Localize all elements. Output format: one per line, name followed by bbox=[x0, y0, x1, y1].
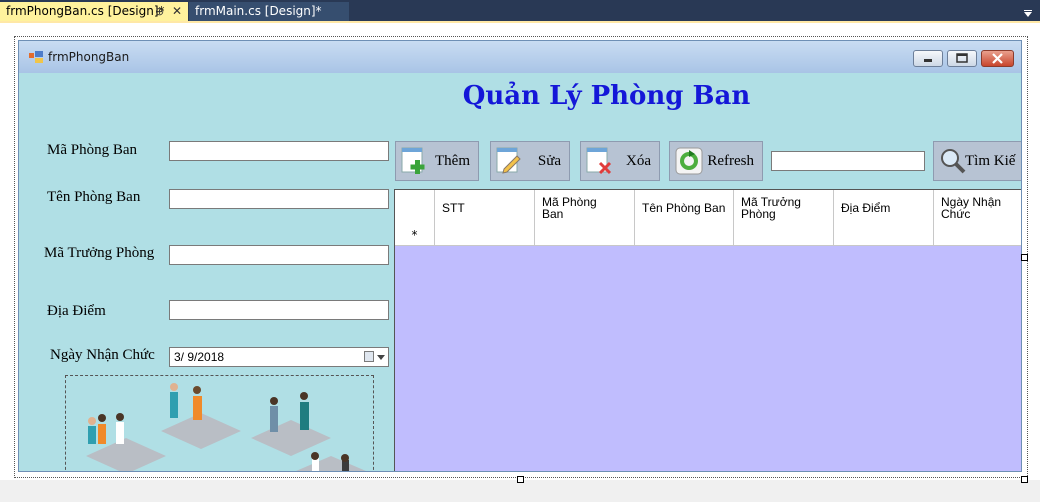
sua-label: Sửa bbox=[537, 153, 561, 169]
form-title: frmPhongBan bbox=[48, 50, 130, 64]
close-icon bbox=[992, 53, 1003, 64]
document-tab-strip: frmPhongBan.cs [Design]* ⊕ ✕ frmMain.cs … bbox=[0, 0, 1040, 23]
ngay-nhan-chuc-datepicker[interactable]: 3/ 9/2018 bbox=[169, 347, 389, 367]
phong-ban-datagrid[interactable]: STT Mã Phòng Ban Tên Phòng Ban Mã Trưởng… bbox=[394, 189, 1021, 471]
pin-icon[interactable]: ⊕ bbox=[155, 2, 164, 21]
ma-truong-phong-label: Mã Trưởng Phòng bbox=[44, 245, 155, 261]
dia-diem-label: Địa Điểm bbox=[47, 303, 106, 319]
new-row-marker: * bbox=[395, 223, 435, 245]
maximize-icon bbox=[956, 53, 968, 63]
tab-label: frmPhongBan.cs [Design]* bbox=[6, 4, 165, 18]
them-button[interactable]: Thêm bbox=[395, 141, 479, 181]
page-title: Quản Lý Phòng Ban bbox=[462, 81, 751, 111]
grid-cell[interactable] bbox=[535, 223, 635, 245]
grid-corner-cell[interactable] bbox=[395, 190, 435, 223]
ma-phong-ban-label: Mã Phòng Ban bbox=[47, 142, 137, 158]
magnifier-icon bbox=[941, 149, 966, 174]
form-window[interactable]: frmPhongBan Quản Lý Phòng Ban Mã Phòng B… bbox=[18, 40, 1022, 472]
tab-frmphongban-design[interactable]: frmPhongBan.cs [Design]* ⊕ ✕ bbox=[0, 2, 188, 21]
minimize-icon bbox=[924, 59, 932, 62]
them-label: Thêm bbox=[435, 153, 470, 169]
tim-kiem-label: Tìm Kiế bbox=[965, 153, 1016, 169]
xoa-label: Xóa bbox=[626, 153, 651, 169]
column-header-dia-diem[interactable]: Địa Điểm bbox=[834, 190, 934, 223]
refresh-label: Refresh bbox=[707, 153, 754, 169]
grid-cell[interactable] bbox=[934, 223, 1021, 245]
grid-cell[interactable] bbox=[635, 223, 734, 245]
column-header-ngay-nhan-chuc[interactable]: Ngày Nhận Chức bbox=[934, 190, 1021, 223]
resize-handle-bottom[interactable] bbox=[517, 476, 524, 483]
close-tab-icon[interactable]: ✕ bbox=[172, 2, 182, 21]
ma-truong-phong-input[interactable] bbox=[169, 245, 389, 265]
column-header-stt[interactable]: STT bbox=[435, 190, 535, 223]
ten-phong-ban-label: Tên Phòng Ban bbox=[47, 189, 141, 205]
calendar-icon[interactable] bbox=[364, 351, 374, 362]
delete-icon bbox=[586, 147, 612, 175]
search-input[interactable] bbox=[771, 151, 925, 171]
resize-handle-right[interactable] bbox=[1021, 254, 1028, 261]
minimize-button[interactable] bbox=[913, 50, 943, 67]
refresh-icon bbox=[675, 147, 703, 175]
tim-kiem-button[interactable]: Tìm Kiế bbox=[933, 141, 1021, 181]
tab-label: frmMain.cs [Design]* bbox=[195, 4, 322, 18]
tab-list-bar-icon bbox=[1024, 10, 1032, 11]
form-icon bbox=[29, 51, 43, 63]
form-titlebar[interactable]: frmPhongBan bbox=[19, 41, 1021, 73]
ngay-nhan-chuc-label: Ngày Nhận Chức bbox=[50, 347, 155, 363]
dia-diem-input[interactable] bbox=[169, 300, 389, 320]
table-row[interactable]: * bbox=[395, 223, 1021, 246]
refresh-button[interactable]: Refresh bbox=[669, 141, 763, 181]
column-header-ma-truong-phong[interactable]: Mã Trưởng Phòng bbox=[734, 190, 834, 223]
sua-button[interactable]: Sửa bbox=[490, 141, 570, 181]
resize-handle-corner[interactable] bbox=[1021, 476, 1028, 483]
illustration-picturebox bbox=[65, 375, 374, 471]
tab-dropdown-icon[interactable] bbox=[1024, 12, 1032, 17]
ma-phong-ban-input[interactable] bbox=[169, 141, 389, 161]
column-header-ma-phong-ban[interactable]: Mã Phòng Ban bbox=[535, 190, 635, 223]
close-button[interactable] bbox=[981, 50, 1014, 67]
team-puzzle-illustration bbox=[86, 383, 366, 471]
chevron-down-icon[interactable] bbox=[377, 355, 385, 360]
pencil-icon bbox=[496, 147, 521, 174]
grid-header-row: STT Mã Phòng Ban Tên Phòng Ban Mã Trưởng… bbox=[395, 190, 1021, 224]
column-header-ten-phong-ban[interactable]: Tên Phòng Ban bbox=[635, 190, 734, 223]
component-tray bbox=[0, 480, 1040, 502]
grid-cell[interactable] bbox=[834, 223, 934, 245]
date-value: 3/ 9/2018 bbox=[174, 350, 225, 364]
grid-cell[interactable] bbox=[435, 223, 535, 245]
xoa-button[interactable]: Xóa bbox=[580, 141, 660, 181]
maximize-button[interactable] bbox=[947, 50, 977, 67]
plus-icon bbox=[401, 147, 425, 174]
tab-frmmain-design[interactable]: frmMain.cs [Design]* bbox=[189, 2, 349, 21]
grid-cell[interactable] bbox=[734, 223, 834, 245]
ten-phong-ban-input[interactable] bbox=[169, 189, 389, 209]
